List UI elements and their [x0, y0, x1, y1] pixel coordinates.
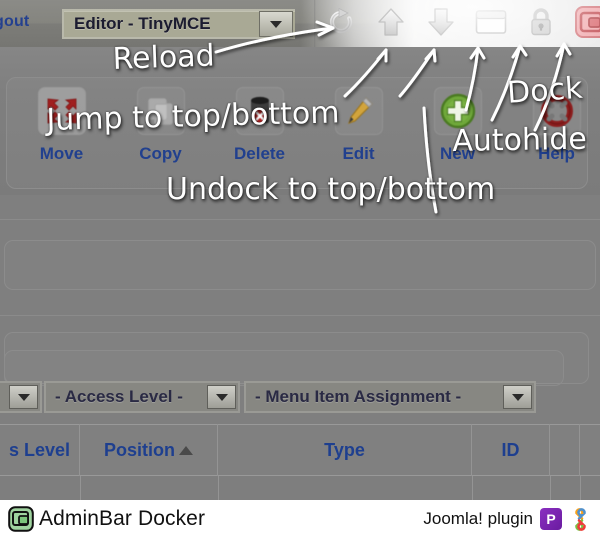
toolbar-button-edit[interactable]: Edit — [309, 87, 408, 164]
arrow-down-icon — [428, 8, 454, 36]
autohide-button[interactable] — [522, 3, 560, 41]
copy-icon — [147, 98, 173, 125]
column-header-id[interactable]: ID — [472, 424, 550, 476]
dock-icon — [575, 6, 600, 38]
filter-label: - Menu Item Assignment - — [255, 387, 462, 406]
jump-to-bottom-button[interactable] — [422, 3, 460, 41]
new-button-box[interactable] — [433, 87, 482, 135]
chevron-down-icon[interactable] — [207, 385, 236, 409]
toolbar-label: Delete — [233, 144, 286, 163]
dock-control-strip — [300, 0, 600, 47]
plugin-badge: P — [540, 508, 562, 530]
move-button-box[interactable] — [37, 87, 86, 135]
column-header-position[interactable]: Position — [80, 424, 218, 476]
column-header-access-level[interactable]: s Level — [0, 424, 80, 476]
lifebuoy-help-icon — [540, 95, 573, 127]
toolbar-button-group: Move Copy Delete Edit New Help — [12, 87, 600, 164]
plugin-text: Joomla! plugin — [423, 509, 533, 528]
column-header-label: ID — [501, 439, 520, 460]
column-header-label: Type — [324, 439, 365, 460]
filter-label: - Access Level - — [55, 387, 183, 406]
reload-icon — [329, 7, 353, 34]
toolbar-label: Help — [538, 144, 575, 163]
filter-bar: - Access Level - - Menu Item Assignment … — [0, 381, 600, 417]
chevron-down-icon — [270, 20, 282, 28]
table-header-row: s Level Position Type ID — [0, 424, 600, 476]
brand: AdminBar Docker — [8, 506, 205, 532]
toolbar-button-move[interactable]: Move — [12, 87, 111, 164]
copy-button-box[interactable] — [136, 87, 185, 135]
divider — [314, 0, 316, 47]
delete-button-box[interactable] — [235, 87, 284, 135]
brand-name: AdminBar Docker — [39, 507, 206, 530]
footer-bar: AdminBar Docker Joomla! plugin P — [0, 500, 600, 538]
editor-select[interactable]: Editor - TinyMCE — [62, 9, 295, 39]
adminbar-docker-logo-icon — [8, 506, 34, 532]
joomla-admin-page-backdrop: gout Editor - TinyMCE — [0, 0, 600, 500]
dock-button[interactable] — [572, 3, 600, 41]
filter-menu-item-assignment[interactable]: - Menu Item Assignment - — [244, 381, 536, 413]
toolbar-button-copy[interactable]: Copy — [111, 87, 210, 164]
editor-select-value: Editor - TinyMCE — [74, 14, 211, 33]
filter-dropdown-partial[interactable] — [0, 381, 42, 413]
window-icon — [475, 10, 507, 34]
lock-icon — [531, 8, 551, 36]
edit-button-box[interactable] — [334, 87, 383, 135]
toolbar-label: Move — [39, 144, 84, 163]
joomla-logo-icon — [574, 507, 587, 531]
divider — [0, 219, 600, 220]
toolbar-label: Edit — [342, 144, 375, 163]
jump-to-top-button[interactable] — [372, 3, 410, 41]
chevron-down-icon[interactable] — [503, 385, 532, 409]
help-button-box[interactable] — [532, 87, 581, 135]
toolbar-button-new[interactable]: New — [408, 87, 507, 164]
trash-delete-icon — [250, 96, 269, 123]
divider — [0, 315, 600, 316]
reload-button[interactable] — [322, 3, 360, 41]
filter-access-level[interactable]: - Access Level - — [44, 381, 240, 413]
move-arrows-icon — [47, 98, 76, 124]
table-row — [0, 476, 600, 500]
footer-right: Joomla! plugin P — [423, 507, 592, 531]
toolbar-label: Copy — [139, 144, 182, 163]
column-header-label: Position — [104, 439, 175, 460]
logout-link[interactable]: gout — [0, 13, 29, 31]
toolbar-button-help[interactable]: Help — [507, 87, 600, 164]
joomla-toolbar: Move Copy Delete Edit New Help — [0, 47, 600, 195]
column-header-type[interactable]: Type — [218, 424, 472, 476]
column-header-label: s Level — [8, 439, 71, 460]
sort-ascending-icon — [179, 445, 193, 455]
toolbar-label: New — [440, 144, 475, 163]
toolbar-button-delete[interactable]: Delete — [210, 87, 309, 164]
chevron-down-icon[interactable] — [9, 385, 38, 409]
content-panel-1 — [4, 240, 596, 290]
undock-button[interactable] — [472, 3, 510, 41]
column-header-checkbox[interactable] — [550, 424, 580, 476]
plus-circle-icon — [440, 93, 475, 129]
arrow-up-icon — [378, 8, 404, 36]
pencil-edit-icon — [347, 97, 373, 124]
editor-select-arrow[interactable] — [259, 11, 293, 37]
